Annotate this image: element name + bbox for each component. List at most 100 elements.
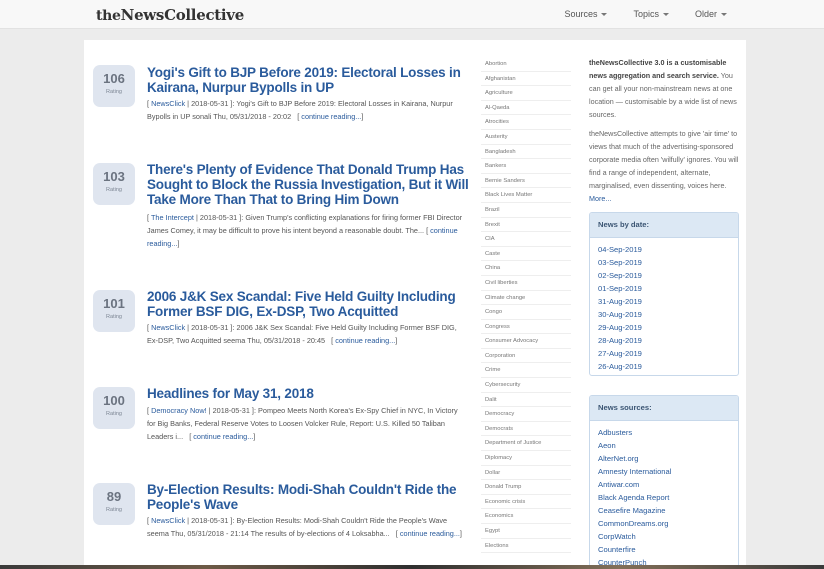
continue-reading-link[interactable]: continue reading...	[193, 432, 253, 441]
topic-tag-link[interactable]: Congress	[481, 320, 571, 335]
logo-prefix: the	[96, 8, 121, 24]
source-link[interactable]: Ceasefire Magazine	[598, 504, 730, 517]
article-title[interactable]: Headlines for May 31, 2018	[147, 386, 472, 401]
article-snippet: [ NewsClick | 2018-05-31 ]: By-Election …	[147, 516, 462, 538]
topic-tag-link[interactable]: China	[481, 261, 571, 276]
article-source-link[interactable]: NewsClick	[151, 99, 185, 108]
topic-tag-link[interactable]: Climate change	[481, 291, 571, 306]
topic-tag-link[interactable]: Afghanistan	[481, 72, 571, 87]
topic-tag-link[interactable]: Abortion	[481, 57, 571, 72]
topic-tag-link[interactable]: Atrocities	[481, 115, 571, 130]
nav-menu: Sources Topics Older	[551, 0, 740, 28]
source-link[interactable]: Adbusters	[598, 426, 730, 439]
topic-tag-link[interactable]: Democrats	[481, 422, 571, 437]
topic-tag-link[interactable]: Brazil	[481, 203, 571, 218]
article-source-link[interactable]: NewsClick	[151, 516, 185, 525]
source-link[interactable]: Black Agenda Report	[598, 491, 730, 504]
site-logo[interactable]: theNewsCollective	[96, 6, 244, 24]
article-source-link[interactable]: The Intercept	[151, 213, 194, 222]
caret-down-icon	[662, 13, 669, 17]
bottom-strip	[0, 565, 824, 569]
topic-tag-link[interactable]: Dollar	[481, 466, 571, 481]
article-date: 2018-05-31	[191, 323, 229, 332]
continue-reading-link[interactable]: continue reading...	[301, 112, 361, 121]
topic-tag-link[interactable]: Agriculture	[481, 86, 571, 101]
topic-tag-link[interactable]: Brexit	[481, 218, 571, 233]
news-sources-title: News sources:	[590, 396, 738, 421]
source-link[interactable]: Counterfire	[598, 543, 730, 556]
topic-tag-link[interactable]: Democracy	[481, 407, 571, 422]
about-box: theNewsCollective 3.0 is a customisable …	[589, 56, 741, 211]
article-date: 2018-05-31	[199, 213, 238, 222]
continue-reading-link[interactable]: continue reading...	[335, 336, 395, 345]
topic-tag-link[interactable]: Black Lives Matter	[481, 188, 571, 203]
topic-tag-link[interactable]: Bangladesh	[481, 145, 571, 160]
topic-tag-link[interactable]: Egypt	[481, 524, 571, 539]
date-link[interactable]: 04-Sep-2019	[598, 243, 730, 256]
article-source-link[interactable]: NewsClick	[151, 323, 185, 332]
topic-tag-link[interactable]: Civil liberties	[481, 276, 571, 291]
topic-tag-link[interactable]: Economic crisis	[481, 495, 571, 510]
topic-tag-link[interactable]: Department of Justice	[481, 436, 571, 452]
date-link[interactable]: 29-Aug-2019	[598, 321, 730, 334]
news-by-date-panel: News by date: 04-Sep-2019 03-Sep-2019 02-S…	[589, 212, 739, 376]
article-snippet: [ Democracy Now! | 2018-05-31 ]: Pompeo …	[147, 406, 458, 441]
topic-tag-link[interactable]: Austerity	[481, 130, 571, 145]
article-title[interactable]: By-Election Results: Modi-Shah Couldn't …	[147, 482, 472, 512]
topic-tag-link[interactable]: Bernie Sanders	[481, 174, 571, 189]
topic-tag-link[interactable]: Donald Trump	[481, 480, 571, 495]
article-date: 2018-05-31	[191, 99, 229, 108]
article-source-link[interactable]: Democracy Now!	[151, 406, 207, 415]
topic-tag-link[interactable]: Crime	[481, 363, 571, 379]
topic-tag-link[interactable]: Consumer Advocacy	[481, 334, 571, 349]
rating-value: 100	[103, 393, 125, 408]
rating-value: 101	[103, 296, 125, 311]
article-snippet: [ The Intercept | 2018-05-31 ]: Given Tr…	[147, 213, 463, 248]
topic-tag-link[interactable]: Cybersecurity	[481, 378, 571, 393]
source-link[interactable]: AlterNet.org	[598, 452, 730, 465]
caret-down-icon	[721, 13, 727, 17]
continue-reading-link[interactable]: continue reading...	[400, 529, 460, 538]
date-link[interactable]: 26-Aug-2019	[598, 360, 730, 373]
nav-topics-dropdown[interactable]: Topics	[620, 0, 682, 28]
topic-tag-link[interactable]: Caste	[481, 247, 571, 262]
topic-tag-link[interactable]: CIA	[481, 232, 571, 247]
news-sources-panel: News sources: Adbusters Aeon AlterNet.org A…	[589, 395, 739, 569]
date-link[interactable]: 28-Aug-2019	[598, 334, 730, 347]
topic-tag-link[interactable]: Elections	[481, 539, 571, 554]
topic-tag-link[interactable]: Dalit	[481, 393, 571, 408]
article-title[interactable]: Yogi's Gift to BJP Before 2019: Electora…	[147, 65, 472, 95]
source-link[interactable]: CorpWatch	[598, 530, 730, 543]
topic-tag-link[interactable]: Diplomacy	[481, 451, 571, 466]
date-link[interactable]: 03-Sep-2019	[598, 256, 730, 269]
date-link[interactable]: 01-Sep-2019	[598, 282, 730, 295]
topic-tag-link[interactable]: Congo	[481, 305, 571, 320]
rating-label: Rating	[106, 507, 122, 513]
topic-tag-link[interactable]: Bankers	[481, 159, 571, 174]
source-link[interactable]: Aeon	[598, 439, 730, 452]
rating-label: Rating	[106, 187, 122, 193]
nav-sources-dropdown[interactable]: Sources	[551, 0, 620, 28]
article-title[interactable]: There's Plenty of Evidence That Donald T…	[147, 162, 472, 207]
date-link[interactable]: 31-Aug-2019	[598, 295, 730, 308]
top-navbar: theNewsCollective Sources Topics Older	[0, 0, 824, 29]
rating-label: Rating	[106, 314, 122, 320]
date-link[interactable]: 02-Sep-2019	[598, 269, 730, 282]
nav-older-dropdown[interactable]: Older	[682, 0, 740, 28]
source-link[interactable]: Amnesty International	[598, 465, 730, 478]
topic-tag-link[interactable]: Al-Qaeda	[481, 101, 571, 116]
about-more-link[interactable]: More...	[589, 194, 611, 203]
source-link[interactable]: CommonDreams.org	[598, 517, 730, 530]
nav-topics-label: Topics	[633, 9, 659, 19]
date-link[interactable]: 30-Aug-2019	[598, 308, 730, 321]
date-link-list: 04-Sep-2019 03-Sep-2019 02-Sep-2019 01-Sep-…	[590, 238, 738, 375]
source-link[interactable]: Antiwar.com	[598, 478, 730, 491]
topic-tag-link[interactable]: Economics	[481, 509, 571, 524]
article-title[interactable]: 2006 J&K Sex Scandal: Five Held Guilty I…	[147, 289, 472, 319]
date-link[interactable]: 27-Aug-2019	[598, 347, 730, 360]
rating-label: Rating	[106, 89, 122, 95]
article-snippet: [ NewsClick | 2018-05-31 ]: 2006 J&K Sex…	[147, 323, 457, 345]
topic-tag-link[interactable]: Corporation	[481, 349, 571, 364]
source-link-list: Adbusters Aeon AlterNet.org Amnesty Interna…	[590, 421, 738, 569]
rating-badge: 100 Rating	[93, 387, 135, 429]
